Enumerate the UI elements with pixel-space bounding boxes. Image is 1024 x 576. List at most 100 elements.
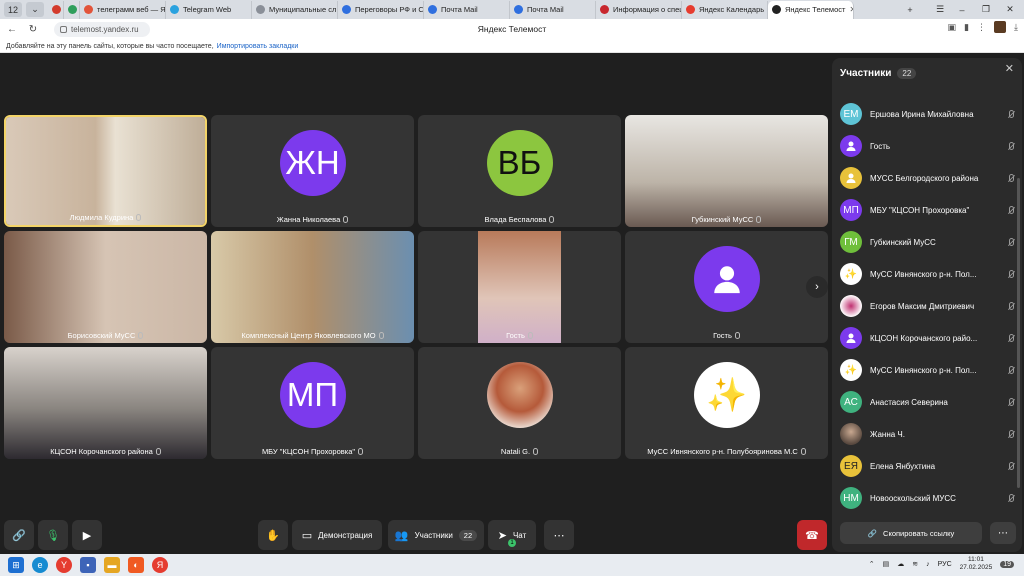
browser-tab[interactable] — [48, 0, 64, 19]
participant-row[interactable]: Жанна Ч. — [840, 422, 1014, 446]
camera-button[interactable]: ▶ — [72, 520, 102, 550]
browser-tab[interactable]: Telegram Web — [166, 0, 252, 19]
participant-tile[interactable]: Гость — [418, 231, 621, 343]
link-button[interactable]: 🔗 — [4, 520, 34, 550]
clock[interactable]: 11:01 27.02.2025 — [960, 556, 993, 572]
wifi-icon[interactable]: ≋ — [912, 560, 918, 568]
browser-tab[interactable]: Почта Mail — [424, 0, 510, 19]
user-icon — [840, 135, 862, 157]
browser-tab[interactable]: Яндекс Календарь — [682, 0, 768, 19]
notification-badge[interactable]: 19 — [1000, 560, 1014, 568]
participants-list[interactable]: ЕМ Ершова Ирина Михайловна Гость МУСС Белго… — [832, 86, 1022, 516]
muted-mic-icon — [800, 448, 806, 455]
video-feed — [4, 231, 207, 343]
panel-scrollbar[interactable] — [1017, 178, 1020, 488]
participant-tile[interactable]: ✨ МуСС Ивнянского р-н. Полубояринова М.С — [625, 347, 828, 459]
bookmark-icon[interactable]: ▮ — [964, 22, 969, 33]
browser-tab[interactable]: Информация о спец — [596, 0, 682, 19]
download-icon[interactable]: ⤓ — [1014, 22, 1018, 33]
tab-label: телеграмм веб — Я — [97, 5, 166, 14]
video-feed — [211, 231, 414, 343]
browser-tab[interactable]: Яндекс Телемост✕ — [768, 0, 854, 19]
participant-avatar: НМ — [840, 487, 862, 509]
participant-tile[interactable]: Natali G. — [418, 347, 621, 459]
more-button[interactable]: ⋯ — [544, 520, 574, 550]
close-tab-icon[interactable]: ✕ — [845, 5, 853, 14]
yandex-browser-icon[interactable]: Y — [56, 557, 72, 573]
participant-row[interactable]: МП МБУ "КЦСОН Прохоровка" — [840, 198, 1014, 222]
microphone-icon: 🎙 — [46, 529, 60, 542]
yandex-icon[interactable]: Я — [152, 557, 168, 573]
language-indicator[interactable]: РУС — [938, 561, 952, 568]
copy-link-button[interactable]: 🔗 Скопировать ссылку — [840, 522, 982, 544]
participant-tile[interactable]: МП МБУ "КЦСОН Прохоровка" — [211, 347, 414, 459]
tab-label: Муниципальные сл — [269, 5, 337, 14]
save-app-icon[interactable]: ▪ — [80, 557, 96, 573]
participant-row[interactable]: ЕМ Ершова Ирина Михайловна — [840, 102, 1014, 126]
extension-icon[interactable] — [994, 21, 1007, 33]
participant-tile[interactable]: КЦСОН Корочанского района — [4, 347, 207, 459]
close-panel-icon[interactable]: ✕ — [1005, 62, 1014, 75]
browser-tab[interactable]: Муниципальные сл — [252, 0, 338, 19]
volume-icon[interactable]: ♪ — [926, 561, 930, 568]
microphone-button[interactable]: 🎙 — [38, 520, 68, 550]
screen-share-button[interactable]: ▭ Демонстрация — [292, 520, 382, 550]
participant-tile[interactable]: Губкинский МуСС — [625, 115, 828, 227]
hang-up-button[interactable]: ☎ — [797, 520, 827, 550]
browser-tab[interactable]: Почта Mail — [510, 0, 596, 19]
restore-button[interactable]: ❐ — [974, 0, 998, 19]
participant-row[interactable]: ГМ Губкинский МуСС — [840, 230, 1014, 254]
participant-row[interactable]: ЕЯ Елена Янбухтина — [840, 454, 1014, 478]
participant-row[interactable]: МУСС Белгородского района — [840, 166, 1014, 190]
participant-tile[interactable]: ЖН Жанна Николаева — [211, 115, 414, 227]
participant-tile[interactable]: Борисовский МуСС — [4, 231, 207, 343]
participant-name: Новооскольский МУСС — [870, 493, 956, 503]
browser-tab[interactable] — [64, 0, 80, 19]
tab-favicon-icon — [686, 5, 695, 14]
camera-icon[interactable]: ▣ — [948, 22, 957, 33]
browser-tab[interactable]: телеграмм веб — Я — [80, 0, 166, 19]
panel-more-button[interactable]: ⋯ — [990, 522, 1016, 544]
import-bookmarks-link[interactable]: Импортировать закладки — [217, 43, 299, 50]
participant-tile[interactable]: Гость — [625, 231, 828, 343]
participant-row[interactable]: АС Анастасия Северина — [840, 390, 1014, 414]
participant-name: Жанна Николаева — [276, 215, 341, 224]
reload-icon[interactable]: ↻ — [24, 21, 42, 39]
participant-tile[interactable]: ВБ Влада Беспалова — [418, 115, 621, 227]
participant-name: КЦСОН Корочанского района — [50, 447, 153, 456]
participant-row[interactable]: ✨ МуСС Ивнянского р-н. Пол... — [840, 358, 1014, 382]
participant-tile[interactable]: Людмила Кудрина — [4, 115, 207, 227]
windows-start-icon[interactable]: ⊞ — [8, 557, 24, 573]
hand-icon: ✋ — [266, 529, 280, 542]
muted-mic-icon — [549, 216, 555, 223]
minimize-button[interactable]: – — [950, 0, 974, 19]
raise-hand-button[interactable]: ✋ — [258, 520, 288, 550]
participant-name-tag: Комплексный Центр Яковлевского МО — [211, 331, 414, 340]
participant-row[interactable]: КЦСОН Корочанского райо... — [840, 326, 1014, 350]
tab-label: Яндекс Телемост — [785, 5, 846, 14]
url-field[interactable]: telemost.yandex.ru — [54, 22, 150, 37]
edge-browser-icon[interactable]: e — [32, 557, 48, 573]
cloud-icon[interactable]: ☁ — [897, 560, 904, 568]
participant-row[interactable]: Гость — [840, 134, 1014, 158]
folder-icon[interactable]: ▬ — [104, 557, 120, 573]
network-icon[interactable]: ▤ — [883, 560, 890, 568]
new-tab-button[interactable]: + — [898, 0, 922, 19]
tray-chevron-icon[interactable]: ⌃ — [869, 560, 875, 568]
tab-list-chevron-icon[interactable]: ⌄ — [26, 2, 44, 17]
next-page-chevron-icon[interactable]: › — [806, 276, 828, 298]
browser-tab[interactable]: Переговоры РФ и С — [338, 0, 424, 19]
kebab-menu-icon[interactable]: ⋮ — [977, 22, 986, 33]
participant-row[interactable]: Егоров Максим Дмитриевич — [840, 294, 1014, 318]
participant-tile[interactable]: Комплексный Центр Яковлевского МО — [211, 231, 414, 343]
participants-button[interactable]: 👥 Участники 22 — [388, 520, 484, 550]
bookmarks-bar: Добавляйте на эту панель сайты, которые … — [0, 40, 1024, 53]
app-icon[interactable]: ◐ — [128, 557, 144, 573]
participant-avatar — [486, 362, 553, 428]
participant-row[interactable]: НМ Новооскольский МУСС — [840, 486, 1014, 510]
tab-count-button[interactable]: 12 — [4, 2, 22, 17]
close-window-button[interactable]: ✕ — [998, 0, 1022, 19]
participant-row[interactable]: ✨ МуСС Ивнянского р-н. Пол... — [840, 262, 1014, 286]
back-arrow-icon[interactable]: ← — [3, 21, 21, 39]
menu-icon[interactable]: ☰ — [928, 0, 952, 19]
